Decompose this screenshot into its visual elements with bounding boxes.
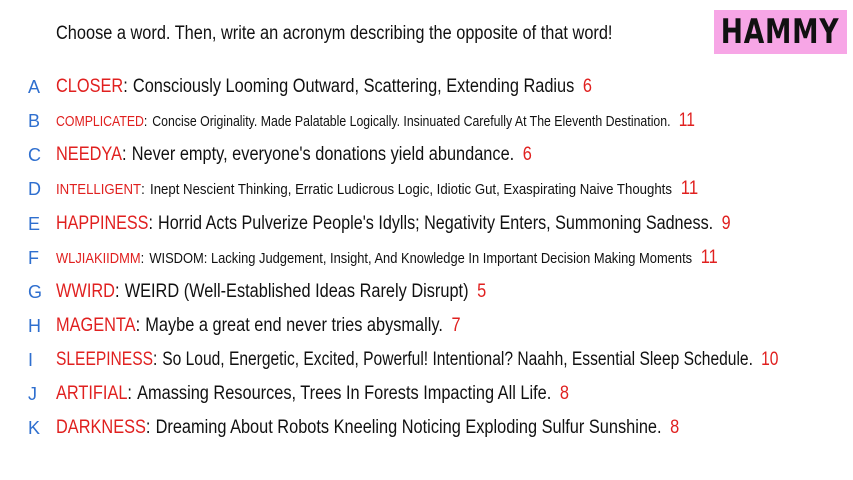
row-letter: A: [28, 76, 41, 97]
row-letter: H: [28, 315, 41, 336]
chosen-word: INTELLIGENT: [56, 181, 142, 198]
chosen-word: DARKNESS: [56, 417, 146, 438]
acronym-text: Amassing Resources, Trees In Forests Imp…: [137, 383, 552, 404]
acronym-text: Consciously Looming Outward, Scattering,…: [132, 76, 575, 97]
acronym-text: Concise Originality. Made Palatable Logi…: [152, 113, 671, 130]
letter-count: 5: [477, 281, 487, 302]
letter-count: 6: [522, 144, 532, 165]
acronym-text: WEIRD (Well-Established Ideas Rarely Dis…: [124, 281, 469, 302]
chosen-word: NEEDYA: [56, 144, 122, 165]
chosen-word: COMPLICATED: [56, 113, 144, 130]
acronym-text: WISDOM: Lacking Judgement, Insight, And …: [149, 250, 693, 267]
chosen-word: MAGENTA: [56, 315, 136, 336]
badge-label: HAMMY: [721, 12, 840, 52]
letter-count: 11: [680, 178, 699, 199]
row-letter: J: [28, 383, 37, 404]
acronym-text: So Loud, Energetic, Excited, Powerful! I…: [162, 349, 753, 370]
chosen-word: CLOSER: [56, 76, 124, 97]
chosen-word: SLEEPINESS: [56, 349, 153, 370]
acronym-text: Horrid Acts Pulverize People's Idylls; N…: [158, 213, 714, 234]
letter-count: 11: [678, 110, 695, 131]
row-letter: B: [28, 110, 41, 131]
row-letter: K: [28, 417, 41, 438]
acronym-text: Never empty, everyone's donations yield …: [131, 144, 515, 165]
row-letter: E: [28, 213, 41, 234]
row-letter: G: [28, 281, 43, 302]
row-letter: C: [28, 144, 41, 165]
letter-count: 6: [582, 76, 593, 97]
letter-count: 8: [670, 417, 680, 438]
letter-count: 11: [700, 247, 718, 268]
chosen-word: WWIRD: [56, 281, 115, 302]
chosen-word: WLJIAKIIDMM: [56, 250, 141, 267]
hammy-badge: HAMMY: [714, 10, 847, 54]
row-letter: I: [28, 349, 34, 370]
acronym-text: Inept Nescient Thinking, Erratic Ludicro…: [150, 181, 672, 198]
letter-count: 9: [721, 213, 731, 234]
acronym-text: Maybe a great end never tries abysmally.: [145, 315, 443, 336]
letter-count: 7: [451, 315, 461, 336]
letter-count: 10: [761, 349, 779, 370]
chosen-word: HAPPINESS: [56, 213, 149, 234]
letter-count: 8: [559, 383, 569, 404]
prompt-text: Choose a word. Then, write an acronym de…: [56, 23, 613, 44]
row-letter: D: [28, 178, 41, 199]
acronym-text: Dreaming About Robots Kneeling Noticing …: [155, 417, 662, 438]
chosen-word: ARTIFIAL: [56, 383, 128, 404]
row-letter: F: [28, 247, 39, 268]
